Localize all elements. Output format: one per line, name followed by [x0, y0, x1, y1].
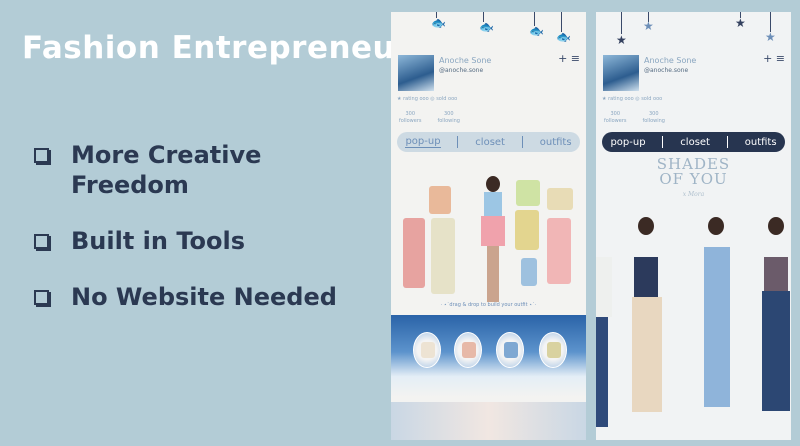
- star-icon: ★: [643, 19, 654, 33]
- menu-icon[interactable]: ≡: [571, 52, 580, 65]
- bullet-text: More Creative Freedom: [71, 141, 262, 199]
- slide-title: Fashion Entrepreneurs: [22, 30, 430, 66]
- garment-item[interactable]: [431, 218, 455, 294]
- app-screenshot-popup: 🐟 🐟 🐟 🐟 Anoche Sone @anoche.sone + ≡ ★ r…: [391, 12, 586, 440]
- garment-item[interactable]: [516, 180, 540, 206]
- shop-item[interactable]: [539, 332, 567, 368]
- following-stat[interactable]: 300 following: [642, 111, 664, 125]
- shop-item[interactable]: [496, 332, 524, 368]
- bullet-text: Built in Tools: [71, 227, 245, 255]
- tab-outfits[interactable]: outfits: [540, 137, 572, 148]
- following-stat[interactable]: 300 following: [437, 111, 459, 125]
- collection-banner: SHADES OF YOU x Mora: [596, 157, 791, 202]
- model-photo[interactable]: [758, 217, 791, 437]
- profile-username: Anoche Sone: [439, 56, 492, 65]
- garment-item[interactable]: [403, 218, 425, 288]
- garment-item[interactable]: [547, 218, 571, 284]
- star-icon: ★: [735, 16, 746, 30]
- model-figure[interactable]: [476, 176, 510, 302]
- shop-item[interactable]: [454, 332, 482, 368]
- bullet-item: No Website Needed: [34, 282, 374, 312]
- model-photo[interactable]: [626, 217, 666, 437]
- rating-sold: ★ rating ooo ◎ sold ooo: [602, 96, 663, 102]
- bullet-item: More Creative Freedom: [34, 140, 374, 200]
- garment-item[interactable]: [515, 210, 539, 250]
- profile-tabs: pop-up closet outfits: [397, 132, 580, 152]
- plus-icon[interactable]: +: [763, 52, 772, 65]
- outfit-builder[interactable]: [391, 162, 586, 302]
- header-actions: + ≡: [558, 52, 580, 65]
- rating-sold: ★ rating ooo ◎ sold ooo: [397, 96, 458, 102]
- avatar[interactable]: [398, 55, 434, 91]
- app-screenshot-collection: ★ ★ ★ ★ Anoche Sone @anoche.sone + ≡ ★ r…: [596, 12, 791, 440]
- model-photo[interactable]: [596, 217, 612, 437]
- avatar[interactable]: [603, 55, 639, 91]
- tab-closet[interactable]: closet: [680, 137, 710, 148]
- profile-handle: @anoche.sone: [644, 67, 689, 74]
- bullet-list: More Creative Freedom Built in Tools No …: [34, 140, 374, 338]
- tab-outfits[interactable]: outfits: [745, 137, 777, 148]
- header-actions: + ≡: [763, 52, 785, 65]
- checkbox-icon: [34, 148, 49, 163]
- shop-item[interactable]: [413, 332, 441, 368]
- followers-stat[interactable]: 300 followers: [604, 111, 626, 125]
- model-photo[interactable]: [694, 217, 738, 437]
- fish-icon: 🐟: [556, 30, 571, 44]
- star-icon: ★: [765, 30, 776, 44]
- profile-username: Anoche Sone: [644, 56, 697, 65]
- checkbox-icon: [34, 290, 49, 305]
- photo-strip: [391, 402, 586, 440]
- follow-stats: 300 followers 300 following: [399, 111, 460, 125]
- bullet-item: Built in Tools: [34, 226, 374, 256]
- banner-title: SHADES OF YOU: [656, 155, 731, 188]
- plus-icon[interactable]: +: [558, 52, 567, 65]
- followers-stat[interactable]: 300 followers: [399, 111, 421, 125]
- garment-item[interactable]: [429, 186, 451, 214]
- garment-item[interactable]: [521, 258, 537, 286]
- fish-icon: 🐟: [479, 20, 494, 34]
- star-icon: ★: [616, 33, 627, 47]
- banner-subtitle: x Mora: [682, 191, 705, 198]
- profile-tabs: pop-up closet outfits: [602, 132, 785, 152]
- tab-popup[interactable]: pop-up: [405, 136, 441, 148]
- drag-hint: · ⋆˙drag & drop to build your outfit ⋆˙·: [440, 302, 537, 308]
- bullet-text: No Website Needed: [71, 283, 337, 311]
- fish-icon: 🐟: [529, 24, 544, 38]
- tab-popup[interactable]: pop-up: [610, 137, 645, 148]
- fish-icon: 🐟: [431, 16, 446, 30]
- tab-closet[interactable]: closet: [475, 137, 505, 148]
- profile-handle: @anoche.sone: [439, 67, 484, 74]
- follow-stats: 300 followers 300 following: [604, 111, 665, 125]
- checkbox-icon: [34, 234, 49, 249]
- garment-item[interactable]: [547, 188, 573, 210]
- menu-icon[interactable]: ≡: [776, 52, 785, 65]
